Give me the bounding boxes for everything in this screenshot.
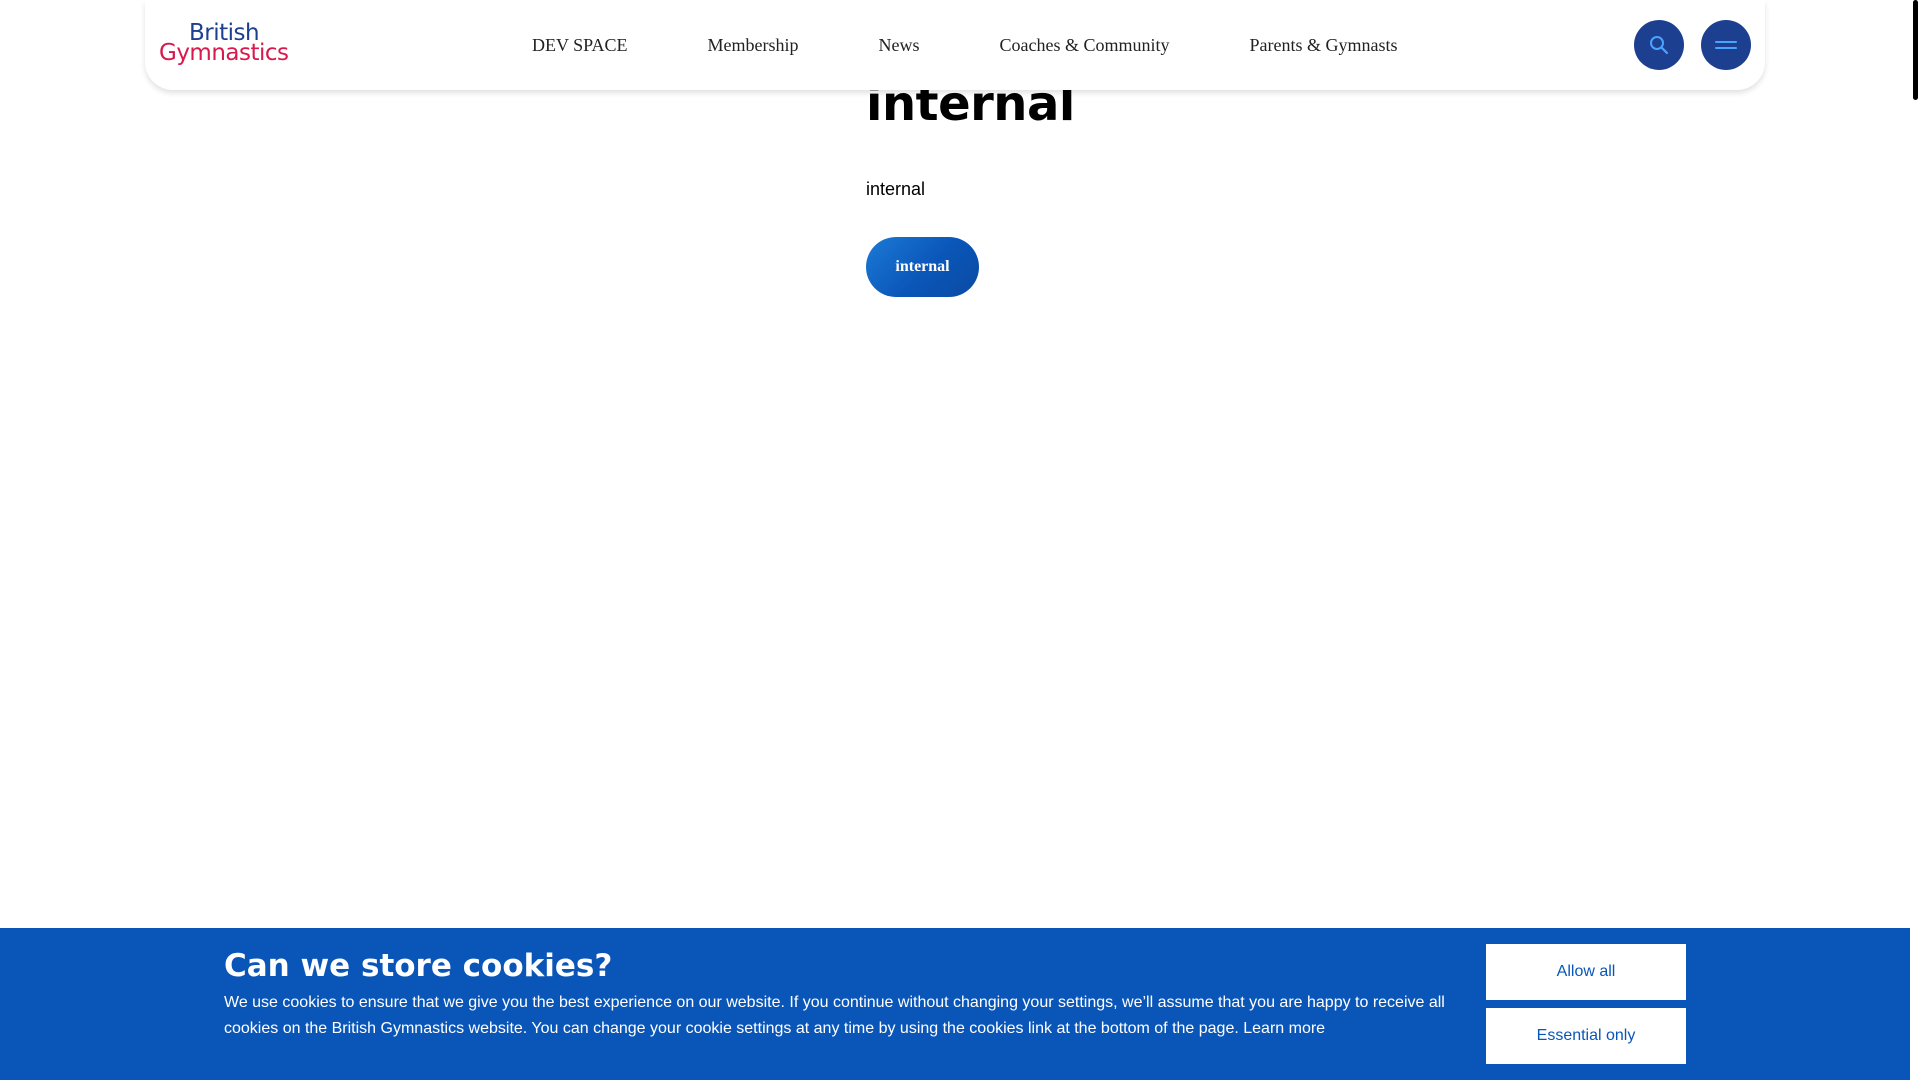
logo-line-gymnastics: Gymnastics <box>159 40 289 66</box>
nav-item-news[interactable]: News <box>879 35 920 56</box>
scrollbar-thumb[interactable] <box>1913 0 1918 100</box>
cookie-banner: Can we store cookies? We use cookies to … <box>0 928 1910 1080</box>
main-nav: DEV SPACE Membership News Coaches & Comm… <box>532 0 1398 90</box>
scrollbar[interactable] <box>1910 0 1920 1080</box>
allow-all-button[interactable]: Allow all <box>1486 944 1686 1000</box>
page-body-text: internal <box>866 179 926 199</box>
learn-more-link[interactable]: Learn more <box>1243 1020 1325 1037</box>
cookie-banner-text: We use cookies to ensure that we give yo… <box>224 990 1449 1042</box>
site-header: British Gymnastics DEV SPACE Membership … <box>145 0 1765 90</box>
menu-button[interactable] <box>1701 20 1751 70</box>
british-gymnastics-logo[interactable]: British Gymnastics <box>159 22 299 68</box>
page: British Gymnastics DEV SPACE Membership … <box>0 0 1920 1080</box>
hamburger-menu-icon <box>1715 41 1737 49</box>
nav-item-parents-gymnasts[interactable]: Parents & Gymnasts <box>1250 35 1398 56</box>
essential-only-button[interactable]: Essential only <box>1486 1008 1686 1064</box>
nav-item-coaches-community[interactable]: Coaches & Community <box>1000 35 1170 56</box>
internal-button[interactable]: internal <box>866 237 979 297</box>
search-icon <box>1650 36 1669 55</box>
search-button[interactable] <box>1634 20 1684 70</box>
nav-item-dev-space[interactable]: DEV SPACE <box>532 35 628 56</box>
cookie-banner-title: Can we store cookies? <box>224 948 613 984</box>
nav-item-membership[interactable]: Membership <box>708 35 799 56</box>
